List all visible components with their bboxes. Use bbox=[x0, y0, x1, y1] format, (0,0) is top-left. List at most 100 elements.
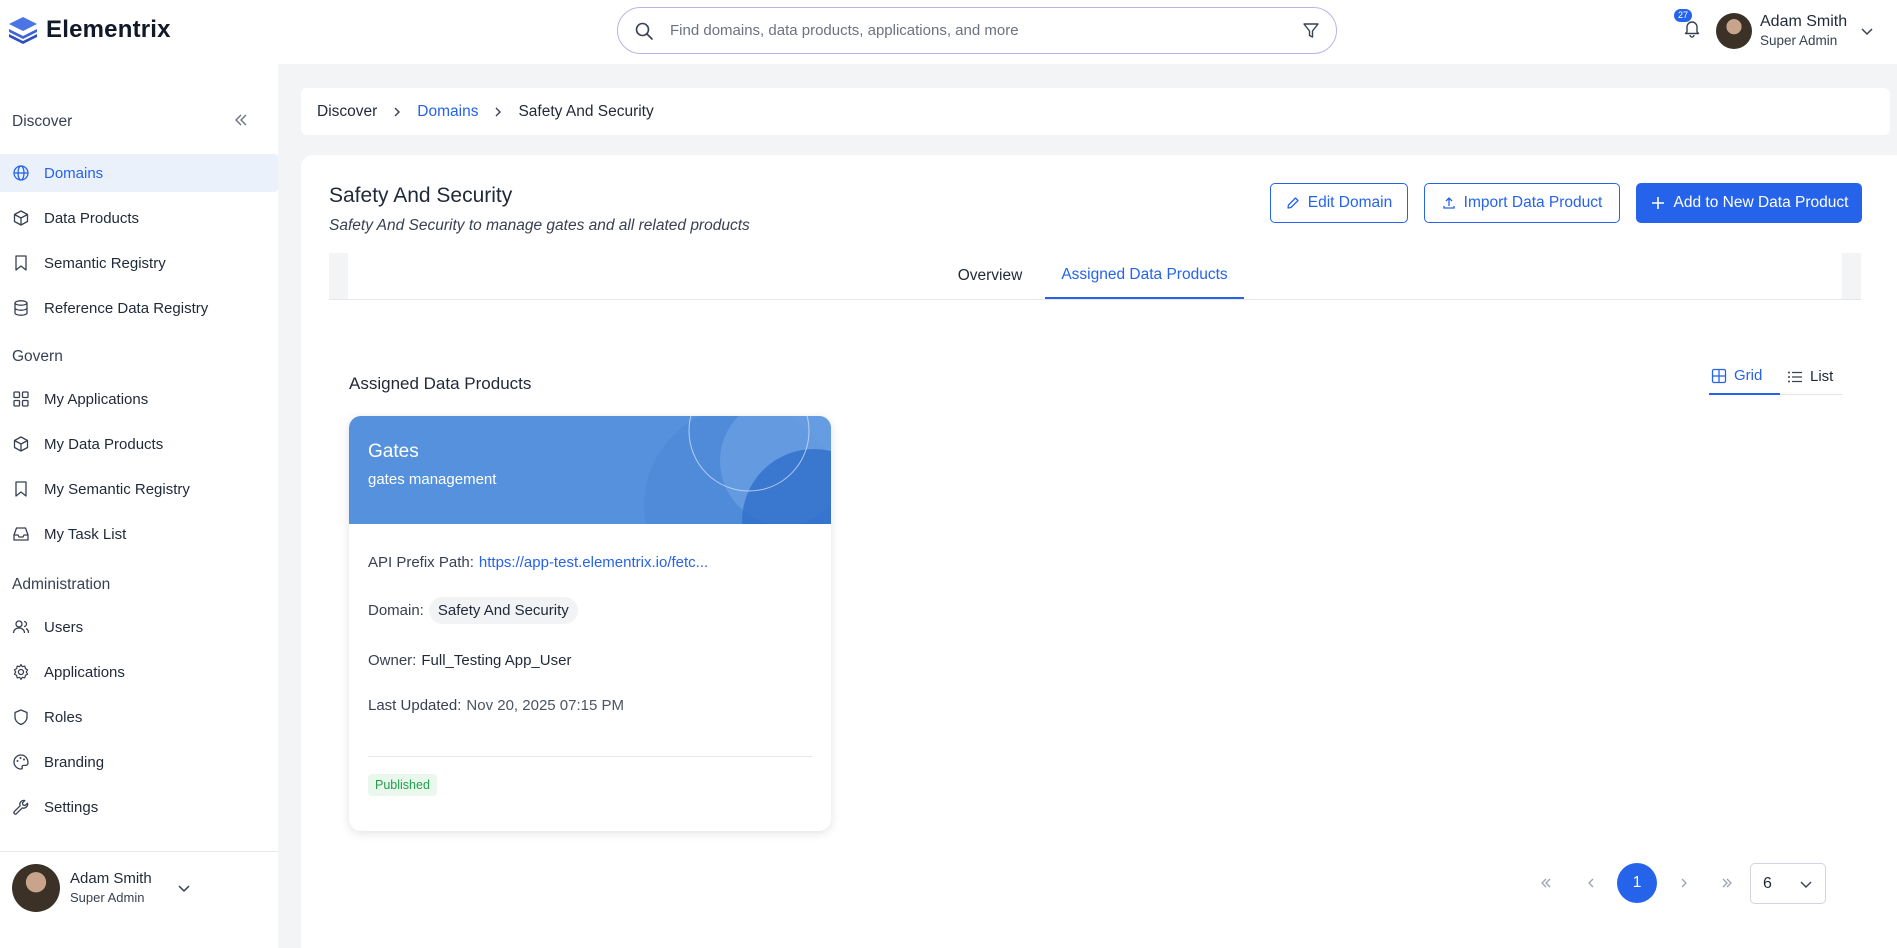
card-title: Gates bbox=[368, 441, 419, 462]
page-description: Safety And Security to manage gates and … bbox=[329, 217, 750, 234]
section-administration: Administration bbox=[12, 576, 111, 593]
sidebar-item-label: Domains bbox=[44, 164, 104, 182]
chevron-down-icon[interactable] bbox=[176, 880, 192, 896]
edit-domain-button[interactable]: Edit Domain bbox=[1270, 183, 1408, 223]
sidebar-item-my-applications[interactable]: My Applications bbox=[0, 380, 278, 418]
breadcrumb-discover[interactable]: Discover bbox=[317, 103, 377, 121]
view-toggle: Grid List bbox=[1709, 358, 1843, 395]
sidebar-user-menu[interactable]: Adam Smith Super Admin bbox=[12, 864, 192, 912]
list-view-button[interactable]: List bbox=[1787, 358, 1843, 395]
user-role: Super Admin bbox=[1760, 33, 1838, 48]
sidebar-item-settings[interactable]: Settings bbox=[0, 788, 278, 826]
bookmark-icon bbox=[12, 480, 30, 498]
app-logo[interactable]: Elementrix bbox=[6, 13, 171, 47]
user-name: Adam Smith bbox=[1760, 13, 1848, 30]
card-subtitle: gates management bbox=[368, 471, 497, 488]
collapse-sidebar-icon[interactable] bbox=[233, 112, 249, 128]
page-number-button[interactable]: 1 bbox=[1617, 863, 1657, 903]
sidebar-item-label: Data Products bbox=[44, 209, 140, 227]
sidebar-item-label: Roles bbox=[44, 708, 83, 726]
bell-icon[interactable] bbox=[1682, 18, 1702, 38]
status-badge: Published bbox=[368, 774, 437, 796]
chevron-down-icon[interactable] bbox=[1859, 23, 1875, 39]
card-decoration bbox=[644, 416, 831, 524]
globe-icon bbox=[12, 164, 30, 182]
top-bar: Elementrix 27 Adam Smith Super Admin bbox=[0, 0, 1897, 64]
sidebar-item-applications[interactable]: Applications bbox=[0, 653, 278, 691]
sidebar: Discover Domains Data Products Semantic … bbox=[0, 64, 278, 948]
section-discover: Discover bbox=[12, 113, 73, 130]
sidebar-divider bbox=[0, 851, 278, 852]
import-data-product-button[interactable]: Import Data Product bbox=[1424, 183, 1620, 223]
chevron-down-icon bbox=[1799, 877, 1813, 891]
breadcrumb-domains[interactable]: Domains bbox=[417, 103, 478, 121]
api-prefix-link[interactable]: https://app-test.elementrix.io/fetc... bbox=[479, 554, 708, 571]
sidebar-item-label: Semantic Registry bbox=[44, 254, 166, 272]
upload-icon bbox=[1442, 196, 1456, 210]
chevron-right-icon bbox=[1677, 876, 1691, 890]
last-page-button[interactable] bbox=[1712, 863, 1742, 903]
cube-icon bbox=[12, 209, 30, 227]
gear-icon bbox=[12, 663, 30, 681]
chevron-right-icon bbox=[391, 106, 403, 118]
sidebar-item-label: My Semantic Registry bbox=[44, 480, 190, 498]
sidebar-item-my-task-list[interactable]: My Task List bbox=[0, 515, 278, 553]
global-search[interactable] bbox=[617, 7, 1337, 54]
list-icon bbox=[1787, 369, 1803, 385]
chevron-right-icon bbox=[492, 106, 504, 118]
shield-icon bbox=[12, 708, 30, 726]
sidebar-item-data-products[interactable]: Data Products bbox=[0, 199, 278, 237]
sidebar-item-label: Settings bbox=[44, 798, 99, 816]
grid-icon bbox=[1711, 368, 1727, 384]
page-title: Safety And Security bbox=[329, 184, 513, 207]
add-to-new-data-product-button[interactable]: Add to New Data Product bbox=[1636, 183, 1862, 223]
sidebar-item-label: Applications bbox=[44, 663, 125, 681]
sidebar-item-reference-data-registry[interactable]: Reference Data Registry bbox=[0, 289, 278, 327]
page-size-select[interactable]: 6 bbox=[1750, 863, 1826, 904]
first-page-button[interactable] bbox=[1531, 863, 1561, 903]
search-input[interactable] bbox=[670, 22, 1302, 39]
last-updated-row: Last Updated: Nov 20, 2025 07:15 PM bbox=[368, 697, 625, 714]
next-page-button[interactable] bbox=[1669, 863, 1699, 903]
tab-assigned-data-products[interactable]: Assigned Data Products bbox=[1045, 253, 1244, 299]
filter-icon[interactable] bbox=[1302, 22, 1320, 40]
bookmark-icon bbox=[12, 254, 30, 272]
palette-icon bbox=[12, 753, 30, 771]
grid-icon bbox=[12, 390, 30, 408]
double-chevron-left-icon bbox=[1539, 876, 1553, 890]
sidebar-item-domains[interactable]: Domains bbox=[0, 154, 278, 192]
sidebar-item-users[interactable]: Users bbox=[0, 608, 278, 646]
grid-view-button[interactable]: Grid bbox=[1709, 358, 1780, 395]
breadcrumb: Discover Domains Safety And Security bbox=[301, 88, 1890, 135]
user-name: Adam Smith bbox=[70, 870, 152, 887]
data-product-card[interactable]: Gates gates management API Prefix Path: … bbox=[349, 416, 831, 831]
chevron-left-icon bbox=[1584, 876, 1598, 890]
users-icon bbox=[12, 618, 30, 636]
sidebar-item-label: My Data Products bbox=[44, 435, 164, 453]
api-prefix-row: API Prefix Path: https://app-test.elemen… bbox=[368, 554, 709, 571]
avatar bbox=[1716, 13, 1752, 49]
tabs-scroll-right bbox=[1842, 253, 1861, 299]
pencil-icon bbox=[1286, 196, 1300, 210]
sidebar-item-my-data-products[interactable]: My Data Products bbox=[0, 425, 278, 463]
sidebar-item-roles[interactable]: Roles bbox=[0, 698, 278, 736]
prev-page-button[interactable] bbox=[1576, 863, 1606, 903]
sidebar-item-label: Branding bbox=[44, 753, 105, 771]
tab-overview[interactable]: Overview bbox=[935, 253, 1045, 299]
avatar bbox=[12, 864, 60, 912]
app-name: Elementrix bbox=[46, 16, 171, 43]
section-title: Assigned Data Products bbox=[349, 374, 532, 393]
user-menu[interactable]: Adam Smith Super Admin bbox=[1716, 12, 1875, 50]
domain-row: Domain: Safety And Security bbox=[368, 597, 578, 624]
user-role: Super Admin bbox=[70, 890, 145, 905]
database-icon bbox=[12, 299, 30, 317]
layers-logo-icon bbox=[6, 13, 40, 47]
sidebar-item-semantic-registry[interactable]: Semantic Registry bbox=[0, 244, 278, 282]
tabs-scroll-left bbox=[329, 253, 348, 299]
sidebar-item-label: Reference Data Registry bbox=[44, 299, 209, 317]
sidebar-item-branding[interactable]: Branding bbox=[0, 743, 278, 781]
plus-icon bbox=[1650, 195, 1666, 211]
cube-icon bbox=[12, 435, 30, 453]
sidebar-item-my-semantic-registry[interactable]: My Semantic Registry bbox=[0, 470, 278, 508]
domain-tabs: Overview Assigned Data Products bbox=[329, 253, 1861, 300]
